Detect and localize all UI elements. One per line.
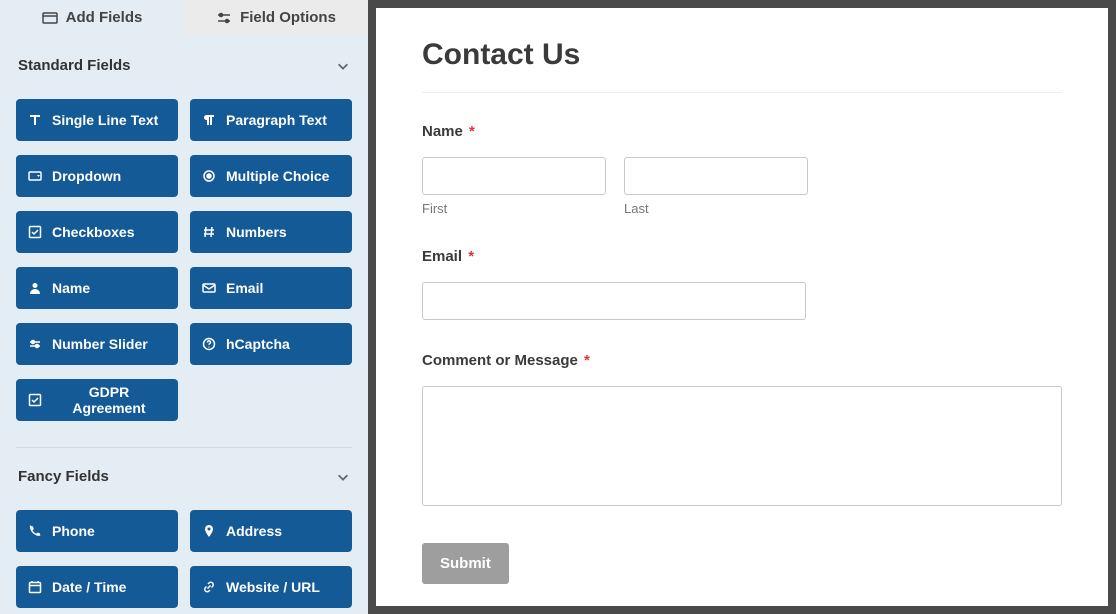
field-label: Dropdown <box>52 168 121 184</box>
field-address[interactable]: Address <box>190 510 352 552</box>
section-header-standard[interactable]: Standard Fields <box>16 49 352 89</box>
field-email[interactable]: Email <box>190 267 352 309</box>
submit-button[interactable]: Submit <box>422 543 509 584</box>
section-title: Standard Fields <box>18 57 131 74</box>
calendar-icon <box>28 580 42 594</box>
field-numbers[interactable]: Numbers <box>190 211 352 253</box>
section-header-fancy[interactable]: Fancy Fields <box>16 447 352 500</box>
email-label: Email * <box>422 248 474 265</box>
section-standard: Standard Fields <box>0 35 368 99</box>
radio-icon <box>202 169 216 183</box>
field-options-icon <box>216 10 232 26</box>
map-pin-icon <box>202 524 216 538</box>
chevron-down-icon <box>336 59 350 73</box>
chevron-down-icon <box>336 470 350 484</box>
field-gdpr-agreement[interactable]: GDPR Agreement <box>16 379 178 421</box>
comment-textarea[interactable] <box>422 386 1062 506</box>
field-label: Email <box>226 280 263 296</box>
field-paragraph-text[interactable]: Paragraph Text <box>190 99 352 141</box>
preview-frame: Contact Us Name * First Last <box>368 0 1116 614</box>
tab-add-fields[interactable]: Add Fields <box>0 0 184 35</box>
envelope-icon <box>202 281 216 295</box>
field-label: GDPR Agreement <box>52 384 166 416</box>
user-icon <box>28 281 42 295</box>
form-preview: Contact Us Name * First Last <box>376 8 1108 606</box>
required-marker: * <box>469 123 475 140</box>
text-icon <box>28 113 42 127</box>
required-marker: * <box>584 352 590 369</box>
checkbox-icon <box>28 393 42 407</box>
field-number-slider[interactable]: Number Slider <box>16 323 178 365</box>
field-label: Name <box>52 280 90 296</box>
field-website-url[interactable]: Website / URL <box>190 566 352 608</box>
field-single-line-text[interactable]: Single Line Text <box>16 99 178 141</box>
field-label: Numbers <box>226 224 287 240</box>
tab-label: Add Fields <box>66 9 143 26</box>
first-name-sublabel: First <box>422 201 606 216</box>
name-label: Name * <box>422 123 475 140</box>
question-icon <box>202 337 216 351</box>
comment-label: Comment or Message * <box>422 352 590 369</box>
field-hcaptcha[interactable]: hCaptcha <box>190 323 352 365</box>
add-fields-icon <box>42 10 58 26</box>
phone-icon <box>28 524 42 538</box>
field-label: hCaptcha <box>226 336 290 352</box>
field-label: Address <box>226 523 282 539</box>
last-name-sublabel: Last <box>624 201 808 216</box>
field-label: Website / URL <box>226 579 320 595</box>
form-title: Contact Us <box>422 38 1062 93</box>
field-phone[interactable]: Phone <box>16 510 178 552</box>
field-label: Checkboxes <box>52 224 134 240</box>
field-label: Multiple Choice <box>226 168 329 184</box>
slider-icon <box>28 337 42 351</box>
required-marker: * <box>468 248 474 265</box>
field-checkboxes[interactable]: Checkboxes <box>16 211 178 253</box>
field-name[interactable]: Name <box>16 267 178 309</box>
sidebar-tabs: Add Fields Field Options <box>0 0 368 35</box>
section-title: Fancy Fields <box>18 468 109 485</box>
field-label: Paragraph Text <box>226 112 327 128</box>
field-label: Phone <box>52 523 95 539</box>
email-input[interactable] <box>422 282 806 320</box>
field-name-group: Name * First Last <box>422 123 1062 216</box>
field-comment-group: Comment or Message * <box>422 352 1062 511</box>
sidebar: Add Fields Field Options Standard Fields <box>0 0 368 614</box>
field-label: Single Line Text <box>52 112 158 128</box>
field-label: Number Slider <box>52 336 148 352</box>
section-fancy: Fancy Fields <box>0 427 368 510</box>
field-date-time[interactable]: Date / Time <box>16 566 178 608</box>
link-icon <box>202 580 216 594</box>
first-name-input[interactable] <box>422 157 606 195</box>
field-label: Date / Time <box>52 579 126 595</box>
field-dropdown[interactable]: Dropdown <box>16 155 178 197</box>
tab-field-options[interactable]: Field Options <box>184 0 368 35</box>
tab-label: Field Options <box>240 9 336 26</box>
dropdown-icon <box>28 169 42 183</box>
field-email-group: Email * <box>422 248 1062 320</box>
last-name-input[interactable] <box>624 157 808 195</box>
paragraph-icon <box>202 113 216 127</box>
hash-icon <box>202 225 216 239</box>
field-multiple-choice[interactable]: Multiple Choice <box>190 155 352 197</box>
field-grid-fancy: Phone Address Date / Time Website / URL <box>0 510 368 614</box>
checkbox-icon <box>28 225 42 239</box>
field-grid-standard: Single Line Text Paragraph Text Dropdown… <box>0 99 368 427</box>
